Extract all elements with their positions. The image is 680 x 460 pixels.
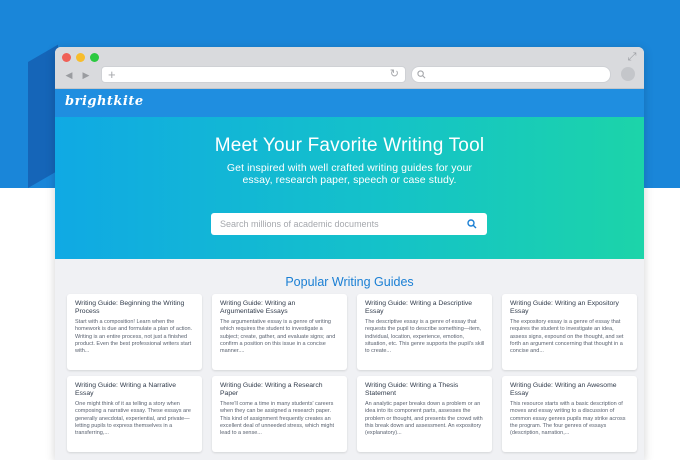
plus-icon[interactable]: + <box>108 67 116 82</box>
hero-subtitle: Get inspired with well crafted writing g… <box>226 162 473 186</box>
guide-card-title[interactable]: Writing Guide: Writing an Awesome Essay <box>510 382 630 397</box>
reload-icon[interactable]: ↻ <box>390 67 399 82</box>
forward-button[interactable]: ▶ <box>79 68 93 82</box>
guide-card-excerpt: The expository essay is a genre of essay… <box>510 319 624 355</box>
guide-card-excerpt: Start with a composition! Learn when the… <box>75 319 193 355</box>
guide-card-excerpt: There'll come a time in many students' c… <box>220 401 335 437</box>
guide-card[interactable]: Writing Guide: Writing an Argumentative … <box>212 294 347 370</box>
address-bar[interactable]: + ↻ <box>101 66 406 83</box>
brightkite-logo[interactable]: brightkite <box>65 94 144 109</box>
guide-card[interactable]: Writing Guide: Writing a Thesis Statemen… <box>357 376 492 452</box>
search-icon <box>417 70 426 79</box>
hero-banner: Meet Your Favorite Writing Tool Get insp… <box>55 117 644 259</box>
document-search-box <box>211 213 487 235</box>
guide-card[interactable]: Writing Guide: Beginning the Writing Pro… <box>67 294 202 370</box>
expand-icon[interactable]: ⤢ <box>626 51 638 63</box>
search-icon[interactable] <box>467 219 477 229</box>
back-button[interactable]: ◀ <box>62 68 76 82</box>
guide-card-title[interactable]: Writing Guide: Beginning the Writing Pro… <box>75 300 195 315</box>
guide-card[interactable]: Writing Guide: Writing an Awesome Essay … <box>502 376 637 452</box>
document-search-input[interactable] <box>220 216 455 231</box>
guides-grid: Writing Guide: Beginning the Writing Pro… <box>67 294 637 452</box>
guide-card[interactable]: Writing Guide: Writing a Narrative Essay… <box>67 376 202 452</box>
profile-icon[interactable] <box>621 67 635 81</box>
guide-card-excerpt: The argumentative essay is a genre of wr… <box>220 319 336 355</box>
guide-card-excerpt: The descriptive essay is a genre of essa… <box>365 319 485 355</box>
popular-guides-title: Popular Writing Guides <box>285 275 414 289</box>
guide-card-excerpt: An analytic paper breaks down a problem … <box>365 401 483 437</box>
close-window-button[interactable] <box>62 53 71 62</box>
guide-card-title[interactable]: Writing Guide: Writing an Argumentative … <box>220 300 340 315</box>
guide-card[interactable]: Writing Guide: Writing an Expository Ess… <box>502 294 637 370</box>
background-shadow <box>28 44 58 189</box>
zoom-window-button[interactable] <box>90 53 99 62</box>
guide-card-title[interactable]: Writing Guide: Writing a Descriptive Ess… <box>365 300 485 315</box>
minimize-window-button[interactable] <box>76 53 85 62</box>
guide-card[interactable]: Writing Guide: Writing a Descriptive Ess… <box>357 294 492 370</box>
guide-card-title[interactable]: Writing Guide: Writing a Thesis Statemen… <box>365 382 485 397</box>
guide-card-title[interactable]: Writing Guide: Writing an Expository Ess… <box>510 300 630 315</box>
browser-search-field[interactable] <box>411 66 611 83</box>
browser-window: ⤢ ◀ ▶ + ↻ brightkite Meet Your Favorite … <box>55 47 644 460</box>
browser-toolbar: ⤢ ◀ ▶ + ↻ <box>55 47 644 89</box>
chevron-left-icon: ◀ <box>65 70 73 80</box>
guide-card-title[interactable]: Writing Guide: Writing a Narrative Essay <box>75 382 195 397</box>
guide-card[interactable]: Writing Guide: Writing a Research Paper … <box>212 376 347 452</box>
guide-card-excerpt: One might think of it as telling a story… <box>75 401 191 437</box>
hero-title: Meet Your Favorite Writing Tool <box>214 135 485 156</box>
guide-card-excerpt: This resource starts with a basic descri… <box>510 401 626 437</box>
guide-card-title[interactable]: Writing Guide: Writing a Research Paper <box>220 382 340 397</box>
app-header: brightkite <box>55 89 644 117</box>
chevron-right-icon: ▶ <box>82 70 90 80</box>
